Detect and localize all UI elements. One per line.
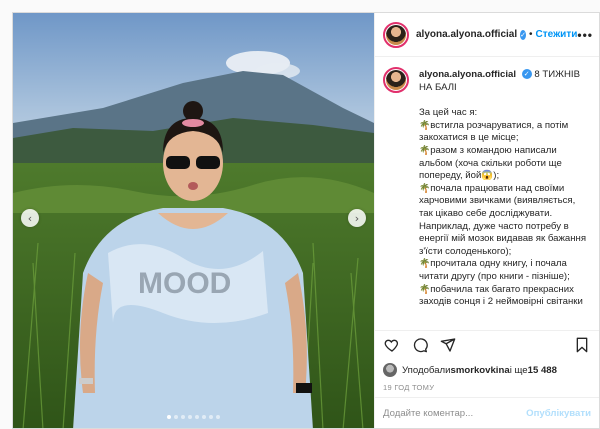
caption-bullet-line: 🌴встигла розчаруватися, а потім закохати… [419,120,591,145]
post-header: alyona.alyona.official ✓ • Стежити ••• [375,13,599,57]
caption-body: alyona.alyona.official ✓ 8 ТИЖНІВ НА БАЛ… [419,67,591,330]
liker-avatar [383,363,397,377]
avatar-image [386,24,406,45]
more-options-button[interactable]: ••• [577,28,593,42]
share-icon [440,338,456,352]
comment-input[interactable]: Додайте коментар... [383,408,473,419]
action-bar [375,330,599,359]
carousel-dot [202,415,206,419]
avatar-image [386,70,406,90]
carousel-indicator [13,415,374,419]
carousel-dot [216,415,220,419]
post-photo: MOOD [13,13,374,428]
comment-button[interactable] [411,336,429,354]
likes-summary: Уподобали smorkovkina і ще 15 488 [375,359,599,379]
tree-emoji-icon: 🌴 [419,183,431,194]
comment-form: Додайте коментар... Опублікувати [375,397,599,428]
carousel-dot [209,415,213,419]
tree-emoji-icon: 🌴 [419,284,431,295]
likes-prefix: Уподобали [402,364,451,376]
publish-button[interactable]: Опублікувати [526,408,591,419]
chevron-right-icon: › [354,211,360,225]
caption-section: alyona.alyona.official ✓ 8 ТИЖНІВ НА БАЛ… [375,57,599,330]
carousel-dot [195,415,199,419]
carousel-dot [181,415,185,419]
caption-line: побачила так багато прекрасних заходів с… [419,283,583,308]
caption-line: встигла розчаруватися, а потім закохатис… [419,119,569,144]
caption-line: почала працювати над своїми харчовими зв… [419,182,587,257]
caption-head: alyona.alyona.official ✓ 8 ТИЖНІВ НА БАЛ… [419,69,591,94]
avatar[interactable] [383,67,409,93]
comment-icon [413,338,428,353]
caption-line: прочитала одну книгу, і почала читати др… [419,258,570,282]
caption-line: За цей час я: [419,107,478,119]
caption-line: разом з командою написали альбом (хоча с… [419,144,562,182]
caption-bullet-line: 🌴разом з командою написали альбом (хоча … [419,145,591,183]
likes-middle: і ще [509,364,528,376]
save-button[interactable] [573,336,591,354]
like-button[interactable] [383,336,401,354]
carousel-dot [188,415,192,419]
share-button[interactable] [439,336,457,354]
bookmark-icon [576,337,588,353]
caption-bullet-line: 🌴прочитала одну книгу, і почала читати д… [419,258,591,283]
likes-count-link[interactable]: 15 488 [528,365,557,376]
carousel-prev-button[interactable]: ‹ [21,209,39,227]
post-timestamp[interactable]: 19 ГОД ТОМУ [375,379,599,397]
post-media[interactable]: MOOD ‹ › [13,13,374,428]
carousel-next-button[interactable]: › [348,209,366,227]
chevron-left-icon: ‹ [27,211,33,225]
tree-emoji-icon: 🌴 [419,259,431,270]
separator-dot: • [529,29,533,40]
svg-text:MOOD: MOOD [138,267,231,300]
heart-icon [384,339,399,352]
carousel-dot [174,415,178,419]
post-sidebar: alyona.alyona.official ✓ • Стежити ••• a… [374,13,599,428]
carousel-dot [167,415,171,419]
liker-username-link[interactable]: smorkovkina [450,365,509,376]
caption-text: За цей час я: 🌴встигла розчаруватися, а … [419,107,591,309]
tree-emoji-icon: 🌴 [419,120,431,131]
instagram-post: MOOD ‹ › alyona.alyona.official ✓ • Стеж… [12,12,600,429]
caption-bullet-line: 🌴побачила так багато прекрасних заходів … [419,284,591,309]
username-link[interactable]: alyona.alyona.official [416,29,517,40]
username-link[interactable]: alyona.alyona.official [419,69,516,80]
follow-button[interactable]: Стежити [536,29,578,40]
verified-badge-icon: ✓ [520,29,527,40]
verified-badge-icon: ✓ [521,69,532,80]
avatar[interactable] [383,21,409,48]
tree-emoji-icon: 🌴 [419,145,431,156]
caption-bullet-line: 🌴почала працювати над своїми харчовими з… [419,183,591,259]
